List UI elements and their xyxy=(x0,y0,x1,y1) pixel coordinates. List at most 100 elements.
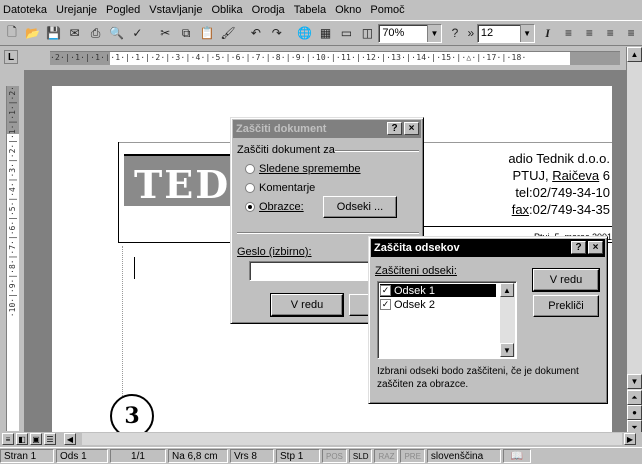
scroll-up-icon[interactable]: ▲ xyxy=(500,283,514,297)
horizontal-scrollbar[interactable] xyxy=(82,433,622,445)
status-record[interactable]: POS xyxy=(322,449,347,463)
radio-tracked-changes[interactable]: Sledene spremembe xyxy=(245,163,361,175)
vertical-scrollbar[interactable]: ▲ ▼ ⏶ ● ⏷ xyxy=(626,47,642,437)
justify-icon[interactable]: ≡ xyxy=(621,23,641,43)
help-icon[interactable]: ? xyxy=(387,122,402,135)
browse-object-icon[interactable]: ● xyxy=(627,405,642,420)
scroll-down-icon[interactable]: ▼ xyxy=(500,343,514,357)
ruler-row: L ·2·|·1·|·1·❘·1·|·1·|·2·|·3·|·4·|·5·|·6… xyxy=(0,47,642,69)
new-document-icon[interactable]: 🗋 xyxy=(2,23,22,43)
ok-button[interactable]: V redu xyxy=(532,268,600,292)
cancel-button[interactable]: Prekliči xyxy=(533,295,599,317)
office-assistant-icon[interactable]: ? xyxy=(445,23,465,43)
list-item[interactable]: ✓ Odsek 1 xyxy=(380,284,496,297)
list-item-label: Odsek 2 xyxy=(394,298,435,311)
status-extend[interactable]: RAZ xyxy=(374,449,399,463)
group-divider xyxy=(237,232,419,234)
print-icon[interactable]: ⎙ xyxy=(86,23,106,43)
print-preview-icon[interactable]: 🔍 xyxy=(107,23,127,43)
web-layout-icon[interactable]: ◧ xyxy=(16,433,28,445)
close-icon[interactable]: × xyxy=(588,241,603,254)
ruler-ticks: ·2·|·1·|·1·❘·1·|·1·|·2·|·3·|·4·|·5·|·6·|… xyxy=(50,53,527,62)
undo-icon[interactable]: ↶ xyxy=(246,23,266,43)
zoom-combo[interactable]: 70% ▼ xyxy=(378,23,443,43)
scroll-left-icon[interactable]: ◀ xyxy=(64,433,76,445)
scroll-up-icon[interactable]: ▲ xyxy=(627,47,642,62)
scroll-right-icon[interactable]: ▶ xyxy=(624,433,636,445)
table-border xyxy=(118,142,119,242)
align-center-icon[interactable]: ≡ xyxy=(579,23,599,43)
outline-view-icon[interactable]: ☰ xyxy=(44,433,56,445)
status-overtype[interactable]: PRE xyxy=(400,449,425,463)
email-icon[interactable]: ✉ xyxy=(65,23,85,43)
tables-borders-icon[interactable]: ▦ xyxy=(316,23,336,43)
horizontal-ruler[interactable]: ·2·|·1·|·1·❘·1·|·1·|·2·|·3·|·4·|·5·|·6·|… xyxy=(50,51,620,65)
normal-view-icon[interactable]: ≡ xyxy=(2,433,14,445)
address-line: fax:02/749-34-35 xyxy=(511,202,610,217)
close-icon[interactable]: × xyxy=(404,122,419,135)
previous-page-icon[interactable]: ⏶ xyxy=(627,390,642,405)
protect-dialog-titlebar[interactable]: Zaščiti dokument ? × xyxy=(233,120,421,138)
group-divider xyxy=(335,150,419,152)
chevron-down-icon[interactable]: ▼ xyxy=(427,24,442,42)
copy-icon[interactable]: ⧉ xyxy=(176,23,196,43)
menu-view[interactable]: Pogled xyxy=(106,4,140,16)
open-folder-icon[interactable]: 📂 xyxy=(23,23,43,43)
step-badge: 3 xyxy=(110,394,154,432)
section-dialog-titlebar[interactable]: Zaščita odsekov ? × xyxy=(371,239,605,257)
standard-toolbar: 🗋 📂 💾 ✉ ⎙ 🔍 ✓ ✂ ⧉ 📋 🖌 ↶ ↷ 🌐 ▦ ▭ ◫ 70% ▼ … xyxy=(0,20,642,46)
hyperlink-icon[interactable]: 🌐 xyxy=(295,23,315,43)
help-icon[interactable]: ? xyxy=(571,241,586,254)
paste-icon[interactable]: 📋 xyxy=(197,23,217,43)
tab-selector-icon[interactable]: L xyxy=(4,50,18,64)
toolbar-overflow-icon[interactable]: » xyxy=(466,23,476,43)
menu-edit[interactable]: Urejanje xyxy=(56,4,97,16)
spelling-icon[interactable]: ✓ xyxy=(127,23,147,43)
menu-format[interactable]: Oblika xyxy=(211,4,242,16)
status-language[interactable]: slovenščina xyxy=(426,449,501,463)
print-layout-icon[interactable]: ▣ xyxy=(30,433,42,445)
radio-label: Obrazce: xyxy=(259,201,304,213)
radio-dot xyxy=(245,164,255,174)
sections-button[interactable]: Odseki ... xyxy=(323,196,397,218)
sections-listbox[interactable]: ✓ Odsek 1 ✓ Odsek 2 ▲ ▼ xyxy=(377,281,517,359)
status-bar: Stran 1 Ods 1 1/1 Na 6,8 cm Vrs 8 Stp 1 … xyxy=(0,447,642,464)
align-left-icon[interactable]: ≡ xyxy=(559,23,579,43)
status-track[interactable]: SLD xyxy=(348,449,373,463)
list-scrollbar[interactable]: ▲ ▼ xyxy=(500,283,515,357)
italic-icon[interactable]: I xyxy=(538,23,558,43)
menu-help[interactable]: Pomoč xyxy=(370,4,404,16)
cut-icon[interactable]: ✂ xyxy=(155,23,175,43)
list-item-label: Odsek 1 xyxy=(394,284,435,297)
checkbox-checked[interactable]: ✓ xyxy=(380,299,391,310)
radio-label: Sledene spremembe xyxy=(259,163,361,175)
checkbox-checked[interactable]: ✓ xyxy=(380,285,391,296)
font-size-combo[interactable]: 12 ▼ xyxy=(476,23,535,43)
menu-tools[interactable]: Orodja xyxy=(252,4,285,16)
address-line: tel:02/749-34-10 xyxy=(515,185,610,200)
zoom-value: 70% xyxy=(382,27,405,39)
ok-button[interactable]: V redu xyxy=(270,293,344,317)
menu-window[interactable]: Okno xyxy=(335,4,361,16)
vertical-ruler[interactable]: ·10·|·9·|·8·|·7·|·6·|·5·|·4·|·3·|·2·|·1·… xyxy=(6,86,19,431)
document-map-icon[interactable]: ◫ xyxy=(357,23,377,43)
insert-table-icon[interactable]: ▭ xyxy=(337,23,357,43)
radio-comments[interactable]: Komentarje xyxy=(245,182,315,194)
radio-forms[interactable]: Obrazce: xyxy=(245,201,304,213)
view-bar: ≡ ◧ ▣ ☰ ◀ ▶ xyxy=(0,432,642,446)
book-check-icon[interactable]: 📖 xyxy=(502,449,531,463)
menu-file[interactable]: Datoteka xyxy=(3,4,47,16)
menu-bar: Datoteka Urejanje Pogled Vstavljanje Obl… xyxy=(0,0,642,20)
chevron-down-icon[interactable]: ▼ xyxy=(519,24,534,42)
redo-icon[interactable]: ↷ xyxy=(267,23,287,43)
menu-insert[interactable]: Vstavljanje xyxy=(149,4,202,16)
menu-table[interactable]: Tabela xyxy=(294,4,326,16)
scroll-down-icon[interactable]: ▼ xyxy=(627,374,642,389)
align-right-icon[interactable]: ≡ xyxy=(600,23,620,43)
format-painter-icon[interactable]: 🖌 xyxy=(218,23,238,43)
list-item[interactable]: ✓ Odsek 2 xyxy=(380,298,496,311)
save-icon[interactable]: 💾 xyxy=(44,23,64,43)
section-protection-dialog: Zaščita odsekov ? × Zaščiteni odseki: ✓ … xyxy=(368,236,608,404)
radio-dot-selected xyxy=(245,202,255,212)
protected-sections-label: Zaščiteni odseki: xyxy=(375,265,457,277)
